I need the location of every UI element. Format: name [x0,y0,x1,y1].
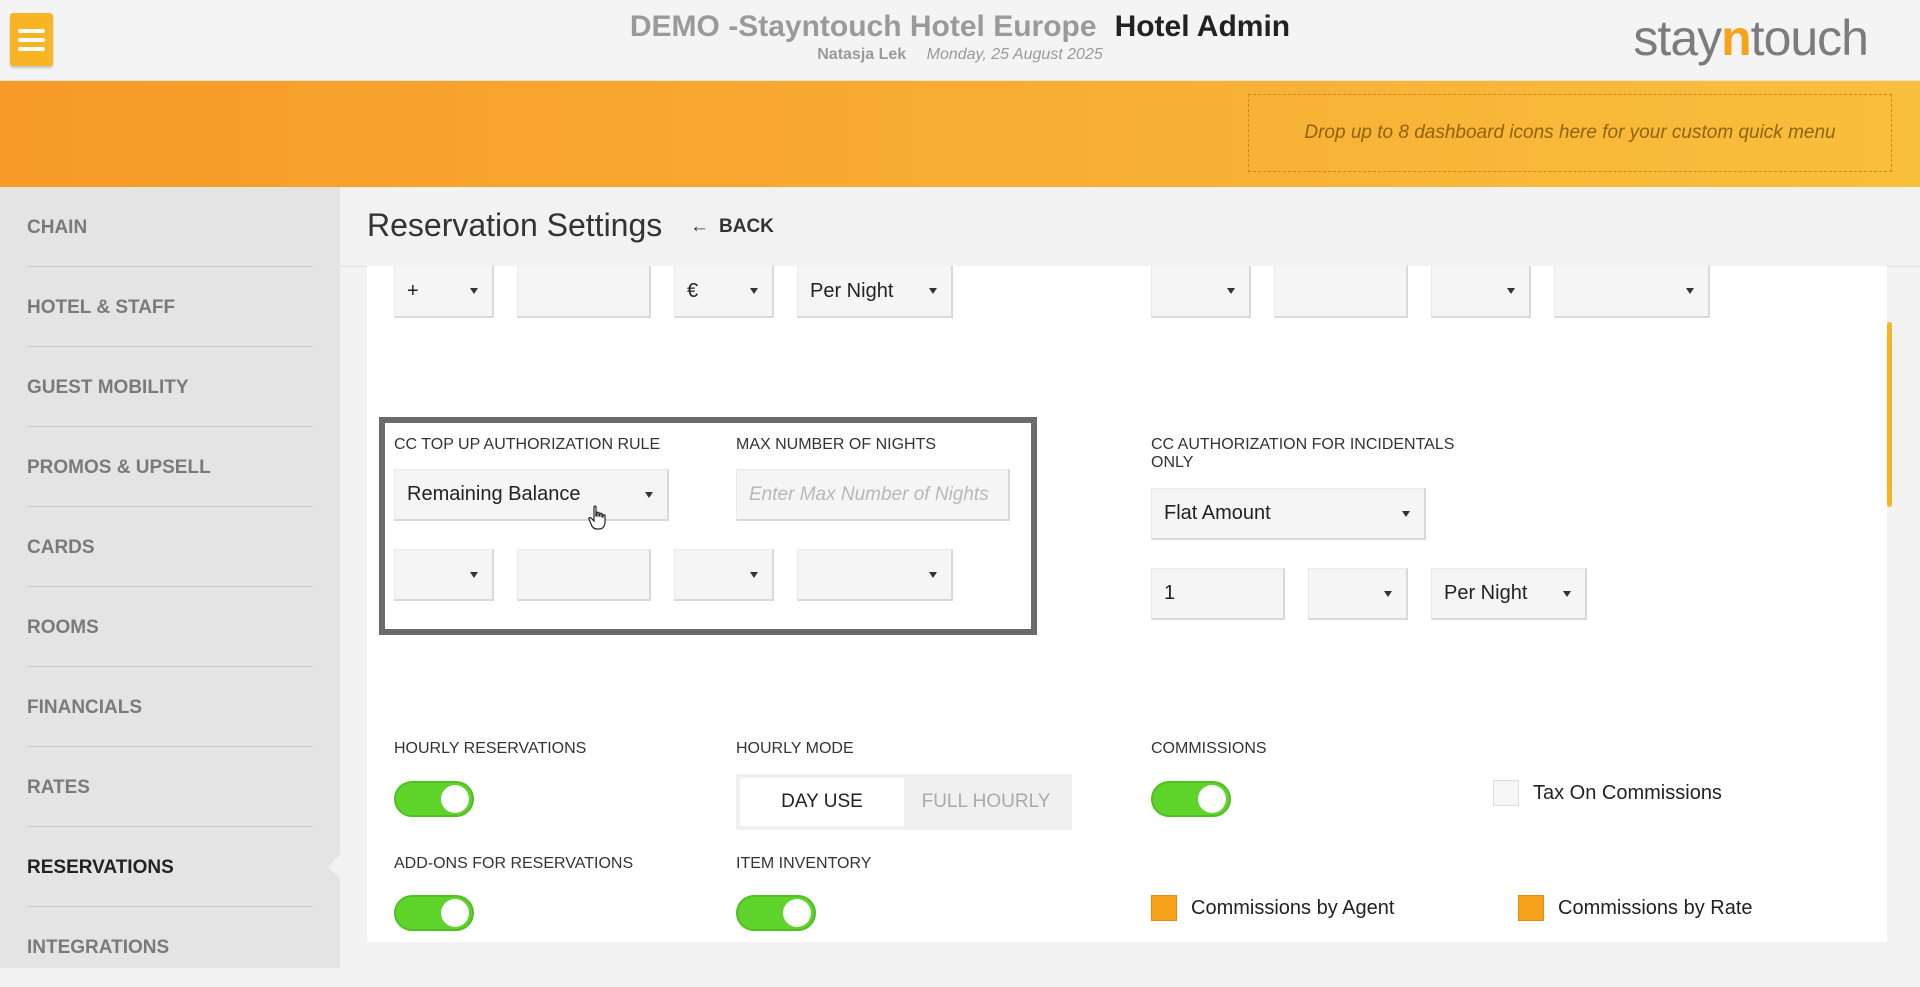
toggle-knob [783,899,811,927]
caret-down-icon [470,572,478,578]
max-nights-input[interactable]: Enter Max Number of Nights [736,469,1010,521]
back-button[interactable]: ← BACK [690,216,774,238]
cc-topup-rule-select[interactable]: Remaining Balance [394,469,669,521]
addons-toggle[interactable] [394,895,474,931]
top-bar: DEMO -Stayntouch Hotel Europe Hotel Admin… [0,0,1920,81]
cc-incidentals-label: CC AUTHORIZATION FOR INCIDENTALS ONLY [1151,436,1455,471]
commissions-toggle[interactable] [1151,781,1231,817]
sidebar-item-hotel-staff[interactable]: HOTEL & STAFF [27,267,313,347]
commissions-label: COMMISSIONS [1151,740,1267,757]
operator-select[interactable]: + [394,266,494,318]
caret-down-icon [929,572,937,578]
hourly-mode-day-use[interactable]: DAY USE [740,778,904,826]
toggle-knob [441,785,469,813]
caret-down-icon [1402,511,1410,517]
sidebar-item-cards[interactable]: CARDS [27,507,313,587]
sidebar-item-rates[interactable]: RATES [27,747,313,827]
toggle-knob [441,899,469,927]
right-select-3[interactable] [1554,266,1710,318]
cc-incidentals-amount-input[interactable]: 1 [1151,568,1285,620]
right-amount-input[interactable] [1274,266,1408,318]
back-arrow-icon: ← [690,216,709,237]
header-title: DEMO -Stayntouch Hotel Europe Hotel Admin… [0,8,1920,64]
caret-down-icon [470,288,478,294]
commissions-by-rate-label: Commissions by Rate [1558,897,1753,919]
caret-down-icon [1384,591,1392,597]
cc-incidentals-period-select[interactable]: Per Night [1431,568,1587,620]
page-header: Reservation Settings ← BACK [340,187,1920,267]
amount-input[interactable] [517,266,651,318]
user-name: Natasja Lek [817,46,907,63]
toggle-knob [1198,785,1226,813]
tax-on-commissions-checkbox[interactable] [1493,780,1519,806]
cc-topup-currency-select[interactable] [674,549,774,601]
settings-panel: + € Per Night CC TOP UP AUTHORIZATION RU… [367,266,1887,942]
hourly-mode-segmented: DAY USE FULL HOURLY [736,774,1072,830]
sidebar-item-integrations[interactable]: INTEGRATIONS [27,907,313,987]
sidebar-item-guest-mobility[interactable]: GUEST MOBILITY [27,347,313,427]
caret-down-icon [1227,288,1235,294]
addons-label: ADD-ONS FOR RESERVATIONS [394,855,634,872]
sidebar-item-rooms[interactable]: ROOMS [27,587,313,667]
caret-down-icon [929,288,937,294]
content-scrollbar[interactable] [1887,322,1892,507]
item-inventory-toggle[interactable] [736,895,816,931]
hourly-reservations-label: HOURLY RESERVATIONS [394,740,587,757]
sidebar-item-promos-upsell[interactable]: PROMOS & UPSELL [27,427,313,507]
tax-on-commissions-label: Tax On Commissions [1533,782,1722,804]
cc-incidentals-select[interactable]: Flat Amount [1151,488,1426,540]
caret-down-icon [645,492,653,498]
period-select[interactable]: Per Night [797,266,953,318]
quick-menu-band: Drop up to 8 dashboard icons here for yo… [0,81,1920,187]
currency-select[interactable]: € [674,266,774,318]
sidebar-item-reservations[interactable]: RESERVATIONS [27,827,313,907]
app-name: Hotel Admin [1114,10,1291,43]
sidebar: CHAIN HOTEL & STAFF GUEST MOBILITY PROMO… [0,187,340,968]
hourly-reservations-toggle[interactable] [394,781,474,817]
max-nights-label: MAX NUMBER OF NIGHTS [736,436,937,453]
hourly-mode-label: HOURLY MODE [736,740,854,757]
cc-topup-amount-input[interactable] [517,549,651,601]
cc-topup-label: CC TOP UP AUTHORIZATION RULE [394,436,661,453]
hand-cursor-icon [588,505,606,530]
caret-down-icon [1686,288,1694,294]
cc-incidentals-currency-select[interactable] [1308,568,1408,620]
page-title: Reservation Settings [367,207,663,243]
item-inventory-label: ITEM INVENTORY [736,855,872,872]
caret-down-icon [750,572,758,578]
hourly-mode-full-hourly[interactable]: FULL HOURLY [904,778,1068,826]
caret-down-icon [1507,288,1515,294]
stayntouch-logo: stayntouch [1633,10,1869,66]
sidebar-item-financials[interactable]: FINANCIALS [27,667,313,747]
active-pointer-icon [328,855,340,879]
right-select-1[interactable] [1151,266,1251,318]
cc-topup-period-select[interactable] [797,549,953,601]
sidebar-item-chain[interactable]: CHAIN [27,187,313,267]
hotel-name: DEMO -Stayntouch Hotel Europe [629,10,1097,43]
right-select-2[interactable] [1431,266,1531,318]
quick-menu-dropzone[interactable]: Drop up to 8 dashboard icons here for yo… [1248,94,1892,172]
commissions-by-agent-checkbox[interactable] [1151,895,1177,921]
caret-down-icon [750,288,758,294]
commissions-by-agent-label: Commissions by Agent [1191,897,1395,919]
current-date: Monday, 25 August 2025 [926,46,1103,63]
commissions-by-rate-checkbox[interactable] [1518,895,1544,921]
cc-topup-operator-select[interactable] [394,549,494,601]
caret-down-icon [1563,591,1571,597]
